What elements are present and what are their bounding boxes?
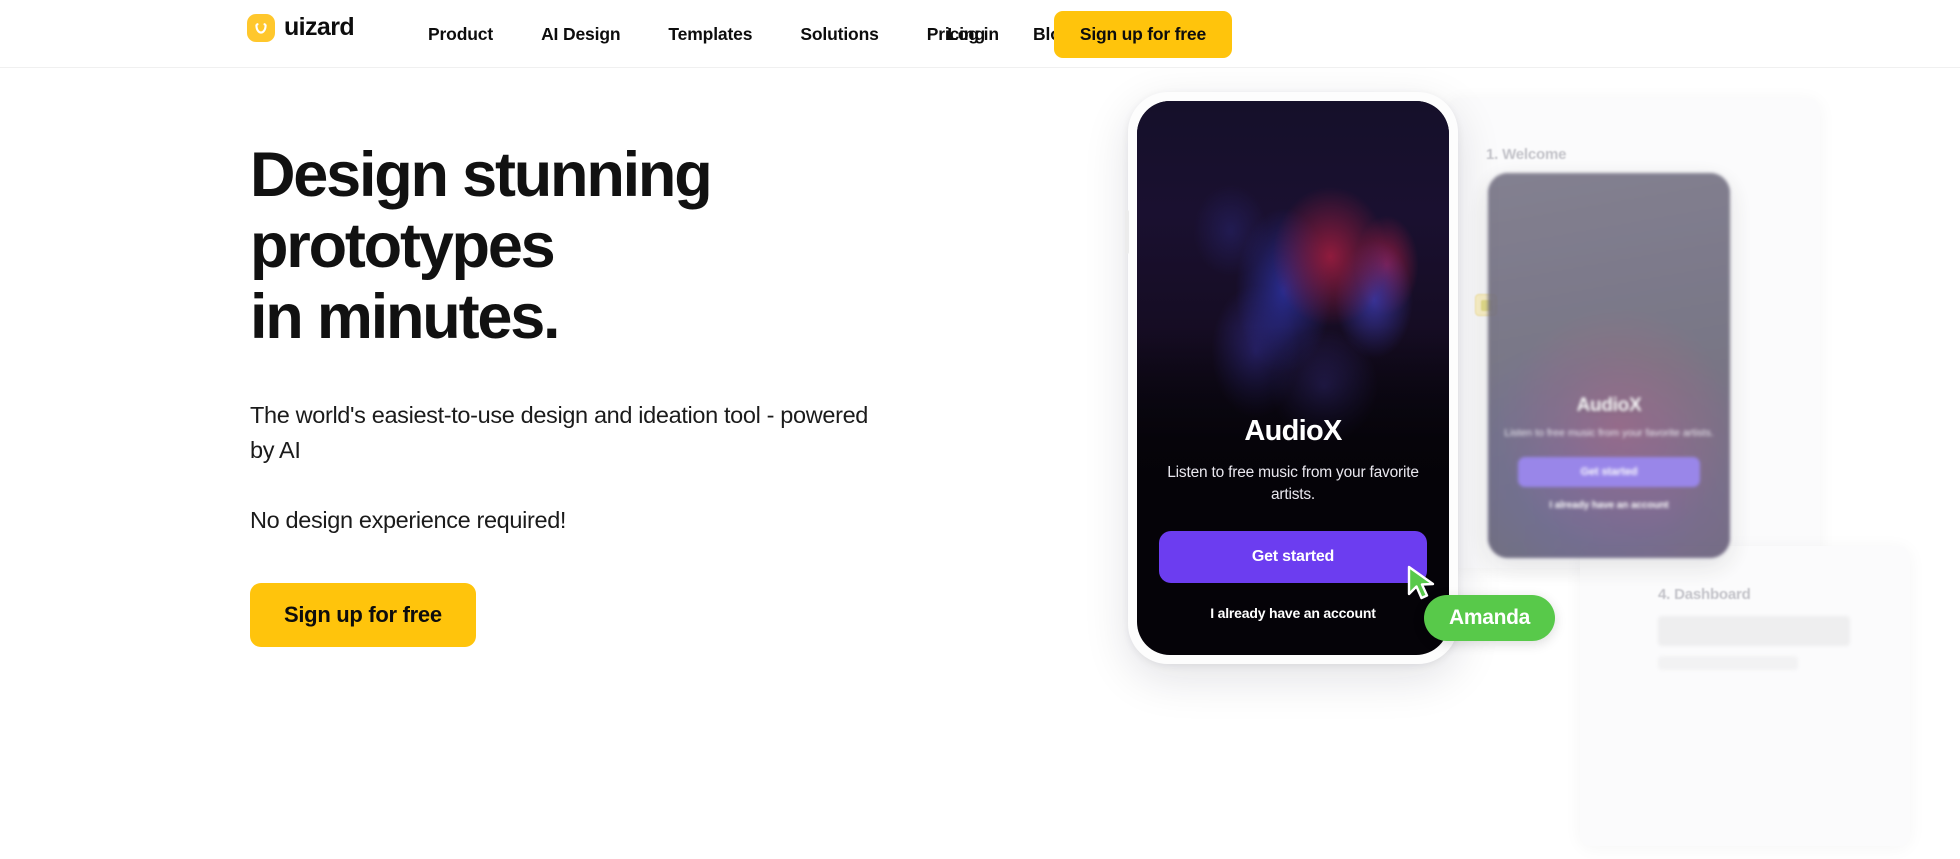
landing-page: uizard Product AI Design Templates Solut… xyxy=(0,0,1960,859)
primary-phone-content: AudioX Listen to free music from your fa… xyxy=(1137,415,1449,621)
secondary-app-subtitle: Listen to free music from your favorite … xyxy=(1504,427,1714,439)
headline-line-1: Design stunning xyxy=(250,140,713,210)
primary-phone-screen: AudioX Listen to free music from your fa… xyxy=(1137,101,1449,655)
hero-copy: Design stunning prototypes in minutes. T… xyxy=(250,140,890,647)
page-title: Design stunning prototypes in minutes. xyxy=(250,140,890,354)
header-signup-button[interactable]: Sign up for free xyxy=(1053,10,1232,58)
get-started-button[interactable]: Get started xyxy=(1159,531,1427,583)
hero-subheadline: The world's easiest-to-use design and id… xyxy=(250,401,869,464)
nav-item-ai-design[interactable]: AI Design xyxy=(517,24,644,45)
nav-item-product[interactable]: Product xyxy=(404,24,517,45)
log-in-link[interactable]: Log in xyxy=(947,24,999,45)
hero-signup-button[interactable]: Sign up for free xyxy=(250,582,476,647)
header-actions: Log in Sign up for free xyxy=(947,0,1960,68)
secondary-phone-preview: AudioX Listen to free music from your fa… xyxy=(1488,173,1730,558)
secondary-phone-content: AudioX Listen to free music from your fa… xyxy=(1488,395,1730,511)
phone-side-button-icon xyxy=(1125,210,1129,254)
uizard-logo[interactable]: uizard xyxy=(247,12,355,42)
canvas-placeholder-bar-2 xyxy=(1658,656,1798,670)
secondary-get-started-button[interactable]: Get started xyxy=(1518,457,1700,488)
hero-subheadline-secondary: No design experience required! xyxy=(250,507,567,533)
nav-item-templates[interactable]: Templates xyxy=(644,24,776,45)
hero-cta-wrapper: Sign up for free xyxy=(250,582,890,647)
secondary-app-title: AudioX xyxy=(1576,395,1642,416)
logo-wordmark: uizard xyxy=(284,12,355,41)
app-subtitle: Listen to free music from your favorite … xyxy=(1167,464,1419,503)
collaborator-name-label: Amanda xyxy=(1424,595,1556,641)
secondary-existing-account-link[interactable]: I already have an account xyxy=(1504,500,1714,511)
canvas-placeholder-bar-1 xyxy=(1658,616,1850,646)
headline-line-2: prototypes xyxy=(250,211,556,282)
headline-line-3: in minutes. xyxy=(250,282,561,353)
site-header: uizard Product AI Design Templates Solut… xyxy=(0,0,1960,68)
collaborator-cursor: Amanda xyxy=(1406,565,1556,641)
uizard-smiley-icon xyxy=(247,14,275,42)
canvas-label-dashboard: 4. Dashboard xyxy=(1658,586,1751,603)
canvas-label-welcome: 1. Welcome xyxy=(1486,146,1567,163)
existing-account-link[interactable]: I already have an account xyxy=(1159,605,1427,621)
hero-product-mockup: 1. Welcome 4. Dashboard AudioX Listen to… xyxy=(1020,68,1960,859)
app-title: AudioX xyxy=(1244,415,1342,448)
nav-item-solutions[interactable]: Solutions xyxy=(776,24,902,45)
